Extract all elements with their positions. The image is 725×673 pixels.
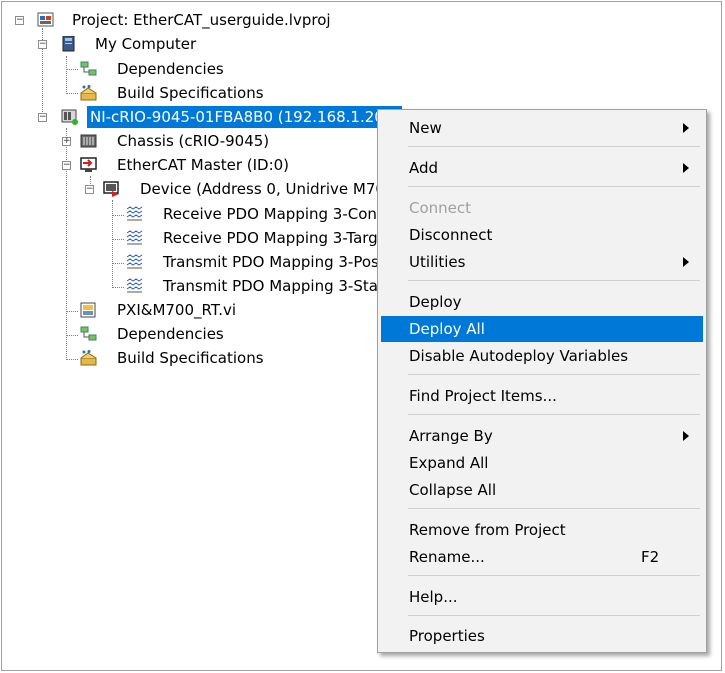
menu-item-label: Help... xyxy=(409,588,458,606)
menu-item-rename[interactable]: Rename... F2 xyxy=(381,544,703,570)
menu-item-add[interactable]: Add xyxy=(381,155,703,181)
collapse-toggle[interactable]: − xyxy=(38,40,47,49)
tree-item-label: Build Specifications xyxy=(117,84,264,102)
context-menu: New Add Connect Disconnect Utilities Dep… xyxy=(377,109,707,653)
computer-icon xyxy=(61,35,79,52)
tree-line xyxy=(66,335,78,336)
menu-item-remove-from-project[interactable]: Remove from Project xyxy=(381,517,703,543)
menu-separator xyxy=(408,186,700,187)
tree-item-label: Dependencies xyxy=(117,60,224,78)
menu-separator xyxy=(408,280,700,281)
menu-item-label: Deploy xyxy=(409,293,462,311)
menu-item-find-project-items[interactable]: Find Project Items... xyxy=(381,383,703,409)
tree-line xyxy=(112,215,124,216)
menu-item-properties[interactable]: Properties xyxy=(381,623,703,649)
tree-item-label: Receive PDO Mapping 3-Target xyxy=(163,229,393,247)
pdo-mapping-icon xyxy=(126,206,144,222)
expand-toggle[interactable]: + xyxy=(62,137,71,146)
menu-separator xyxy=(408,615,700,616)
pdo-mapping-icon xyxy=(126,254,144,270)
menu-item-arrange-by[interactable]: Arrange By xyxy=(381,423,703,449)
menu-item-utilities[interactable]: Utilities xyxy=(381,249,703,275)
tree-item-label: Chassis (cRIO-9045) xyxy=(117,132,270,150)
tree-line xyxy=(112,239,124,240)
menu-item-label: Remove from Project xyxy=(409,521,566,539)
project-icon xyxy=(37,12,55,28)
menu-item-label: Arrange By xyxy=(409,427,493,445)
dependencies-icon xyxy=(80,326,98,342)
menu-item-new[interactable]: New xyxy=(381,115,703,141)
menu-item-label: Connect xyxy=(409,199,472,217)
tree-item-label: Receive PDO Mapping 3-Control xyxy=(163,205,402,223)
collapse-toggle[interactable]: − xyxy=(38,113,47,122)
menu-item-label: Properties xyxy=(409,627,485,645)
tree-item-label: NI-cRIO-9045-01FBA8B0 (192.168.1.200) xyxy=(87,106,403,128)
collapse-toggle[interactable]: − xyxy=(62,161,71,170)
menu-item-label: Utilities xyxy=(409,253,466,271)
pdo-mapping-icon xyxy=(126,230,144,246)
submenu-arrow-icon xyxy=(683,163,689,173)
tree-item-label: Project: EtherCAT_userguide.lvproj xyxy=(72,11,331,29)
keyboard-shortcut: F2 xyxy=(641,548,660,566)
menu-item-connect: Connect xyxy=(381,195,703,221)
menu-separator xyxy=(408,508,700,509)
menu-separator xyxy=(408,414,700,415)
tree-line xyxy=(112,287,124,288)
menu-item-deploy-all[interactable]: Deploy All xyxy=(381,316,703,342)
collapse-toggle[interactable]: − xyxy=(85,185,94,194)
pdo-mapping-icon xyxy=(126,278,144,294)
tree-line xyxy=(66,359,78,360)
tree-line xyxy=(112,263,124,264)
tree-item-label: PXI&M700_RT.vi xyxy=(117,301,237,319)
tree-item-label: Build Specifications xyxy=(117,349,264,367)
submenu-arrow-icon xyxy=(683,431,689,441)
menu-item-deploy[interactable]: Deploy xyxy=(381,289,703,315)
tree-item-label: EtherCAT Master (ID:0) xyxy=(117,156,290,174)
vi-icon xyxy=(80,302,98,318)
tree-line xyxy=(66,93,78,94)
menu-item-disable-autodeploy[interactable]: Disable Autodeploy Variables xyxy=(381,343,703,369)
tree-item-label: Device (Address 0, Unidrive M700 xyxy=(140,180,395,198)
menu-separator xyxy=(408,374,700,375)
menu-item-expand-all[interactable]: Expand All xyxy=(381,450,703,476)
menu-item-collapse-all[interactable]: Collapse All xyxy=(381,477,703,503)
tree-line xyxy=(66,56,67,94)
ethercat-master-icon xyxy=(80,157,98,173)
menu-item-label: New xyxy=(409,119,442,137)
submenu-arrow-icon xyxy=(683,123,689,133)
menu-separator xyxy=(408,146,700,147)
menu-item-label: Disable Autodeploy Variables xyxy=(409,347,629,365)
tree-item-label: Transmit PDO Mapping 3-Status xyxy=(163,277,402,295)
menu-item-label: Deploy All xyxy=(409,320,485,338)
tree-line xyxy=(66,69,78,70)
crio-target-icon xyxy=(61,109,79,125)
dependencies-icon xyxy=(80,61,98,77)
tree-line xyxy=(66,311,78,312)
menu-item-label: Collapse All xyxy=(409,481,497,499)
tree-item-label: Transmit PDO Mapping 3-Position xyxy=(163,253,412,271)
menu-item-help[interactable]: Help... xyxy=(381,584,703,610)
tree-line xyxy=(112,200,113,288)
menu-item-label: Disconnect xyxy=(409,226,493,244)
menu-item-label: Expand All xyxy=(409,454,489,472)
tree-item-label: My Computer xyxy=(95,35,197,53)
collapse-toggle[interactable]: − xyxy=(15,16,24,25)
build-specifications-icon xyxy=(80,85,98,101)
submenu-arrow-icon xyxy=(683,257,689,267)
menu-item-label: Rename... xyxy=(409,548,485,566)
menu-item-label: Add xyxy=(409,159,439,177)
chassis-icon xyxy=(80,133,98,149)
tree-item-label: Dependencies xyxy=(117,325,224,343)
device-icon xyxy=(103,181,121,197)
menu-separator xyxy=(408,575,700,576)
build-specifications-icon xyxy=(80,350,98,366)
menu-item-disconnect[interactable]: Disconnect xyxy=(381,222,703,248)
menu-item-label: Find Project Items... xyxy=(409,387,557,405)
